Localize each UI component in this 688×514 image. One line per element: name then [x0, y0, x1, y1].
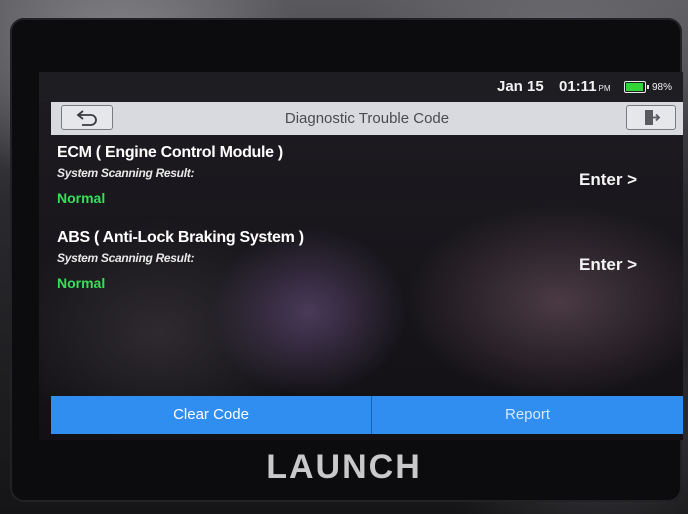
status-time: 01:11 PM [559, 78, 611, 95]
system-name: ABS ( Anti-Lock Braking System ) [57, 229, 304, 246]
system-item-ecm: ECM ( Engine Control Module ) System Sca… [57, 144, 657, 214]
exit-icon [645, 110, 661, 125]
clear-code-button[interactable]: Clear Code [51, 396, 371, 434]
system-status: Normal [57, 190, 106, 206]
title-bar: Diagnostic Trouble Code [51, 102, 683, 135]
page-title: Diagnostic Trouble Code [284, 110, 450, 127]
status-time-value: 01:11 [559, 78, 597, 95]
battery-icon [624, 81, 649, 93]
battery-fill [626, 83, 643, 91]
system-scan-label: System Scanning Result: [57, 251, 195, 265]
system-item-abs: ABS ( Anti-Lock Braking System ) System … [57, 229, 657, 299]
exit-button[interactable] [626, 105, 676, 130]
status-ampm: PM [598, 84, 611, 93]
system-name: ECM ( Engine Control Module ) [57, 144, 283, 161]
system-status: Normal [57, 275, 106, 291]
enter-button-ecm[interactable]: Enter > [579, 170, 637, 190]
battery-percent: 98% [652, 82, 673, 93]
status-date: Jan 15 [497, 78, 544, 95]
report-button[interactable]: Report [372, 396, 683, 434]
enter-button-abs[interactable]: Enter > [579, 255, 637, 275]
device-photo: Jan 15 01:11 PM 98% Diagnostic Trouble Co… [0, 0, 688, 514]
status-bar: Jan 15 01:11 PM 98% [39, 72, 683, 102]
system-scan-label: System Scanning Result: [57, 166, 195, 180]
action-bar: Clear Code Report [51, 396, 683, 434]
back-arrow-icon [76, 110, 97, 126]
brand-logo: LAUNCH [266, 448, 422, 486]
device-screen: Jan 15 01:11 PM 98% Diagnostic Trouble Co… [39, 72, 683, 440]
back-button[interactable] [61, 105, 113, 130]
